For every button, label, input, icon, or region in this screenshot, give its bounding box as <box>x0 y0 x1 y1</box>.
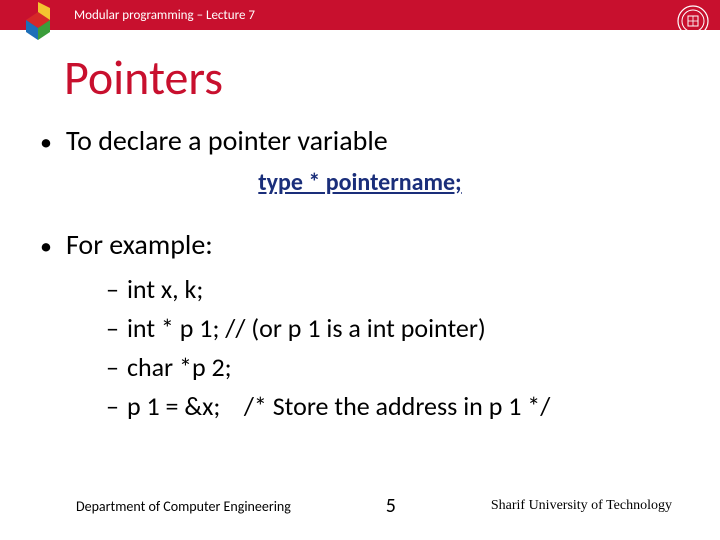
code-line: char *p 2; <box>127 348 232 387</box>
list-item: – p 1 = &x; /* Store the address in p 1 … <box>106 387 680 426</box>
bullet-dot-icon: • <box>40 235 52 259</box>
list-item: – int x, k; <box>106 270 680 309</box>
header-bar: Modular programming – Lecture 7 <box>0 0 720 30</box>
syntax-text: type * pointername; <box>40 168 680 197</box>
code-line: int * p 1; // (or p 1 is a int pointer) <box>127 309 486 348</box>
list-item: – char *p 2; <box>106 348 680 387</box>
university-seal-icon <box>676 4 710 38</box>
bullet-text: For example: <box>66 227 213 262</box>
sub-bullets: – int x, k; – int * p 1; // (or p 1 is a… <box>106 270 680 426</box>
code-line: p 1 = &x; /* Store the address in p 1 */ <box>127 387 550 426</box>
bullet-text: To declare a pointer variable <box>66 123 388 158</box>
dash-icon: – <box>106 309 119 348</box>
bullet-dot-icon: • <box>40 131 52 155</box>
slide-title: Pointers <box>64 48 720 107</box>
page-number: 5 <box>386 494 396 518</box>
list-item: – int * p 1; // (or p 1 is a int pointer… <box>106 309 680 348</box>
dash-icon: – <box>106 270 119 309</box>
bullet-declare: • To declare a pointer variable <box>40 123 680 158</box>
bullet-example: • For example: <box>40 227 680 262</box>
slide-footer: Department of Computer Engineering 5 Sha… <box>0 494 720 518</box>
header-breadcrumb: Modular programming – Lecture 7 <box>74 8 255 23</box>
code-line: int x, k; <box>127 270 203 309</box>
footer-university: Sharif University of Technology <box>491 498 672 514</box>
dash-icon: – <box>106 387 119 426</box>
footer-department: Department of Computer Engineering <box>76 498 291 515</box>
slide-content: • To declare a pointer variable type * p… <box>0 123 720 426</box>
puzzle-cube-icon <box>18 2 62 40</box>
dash-icon: – <box>106 348 119 387</box>
